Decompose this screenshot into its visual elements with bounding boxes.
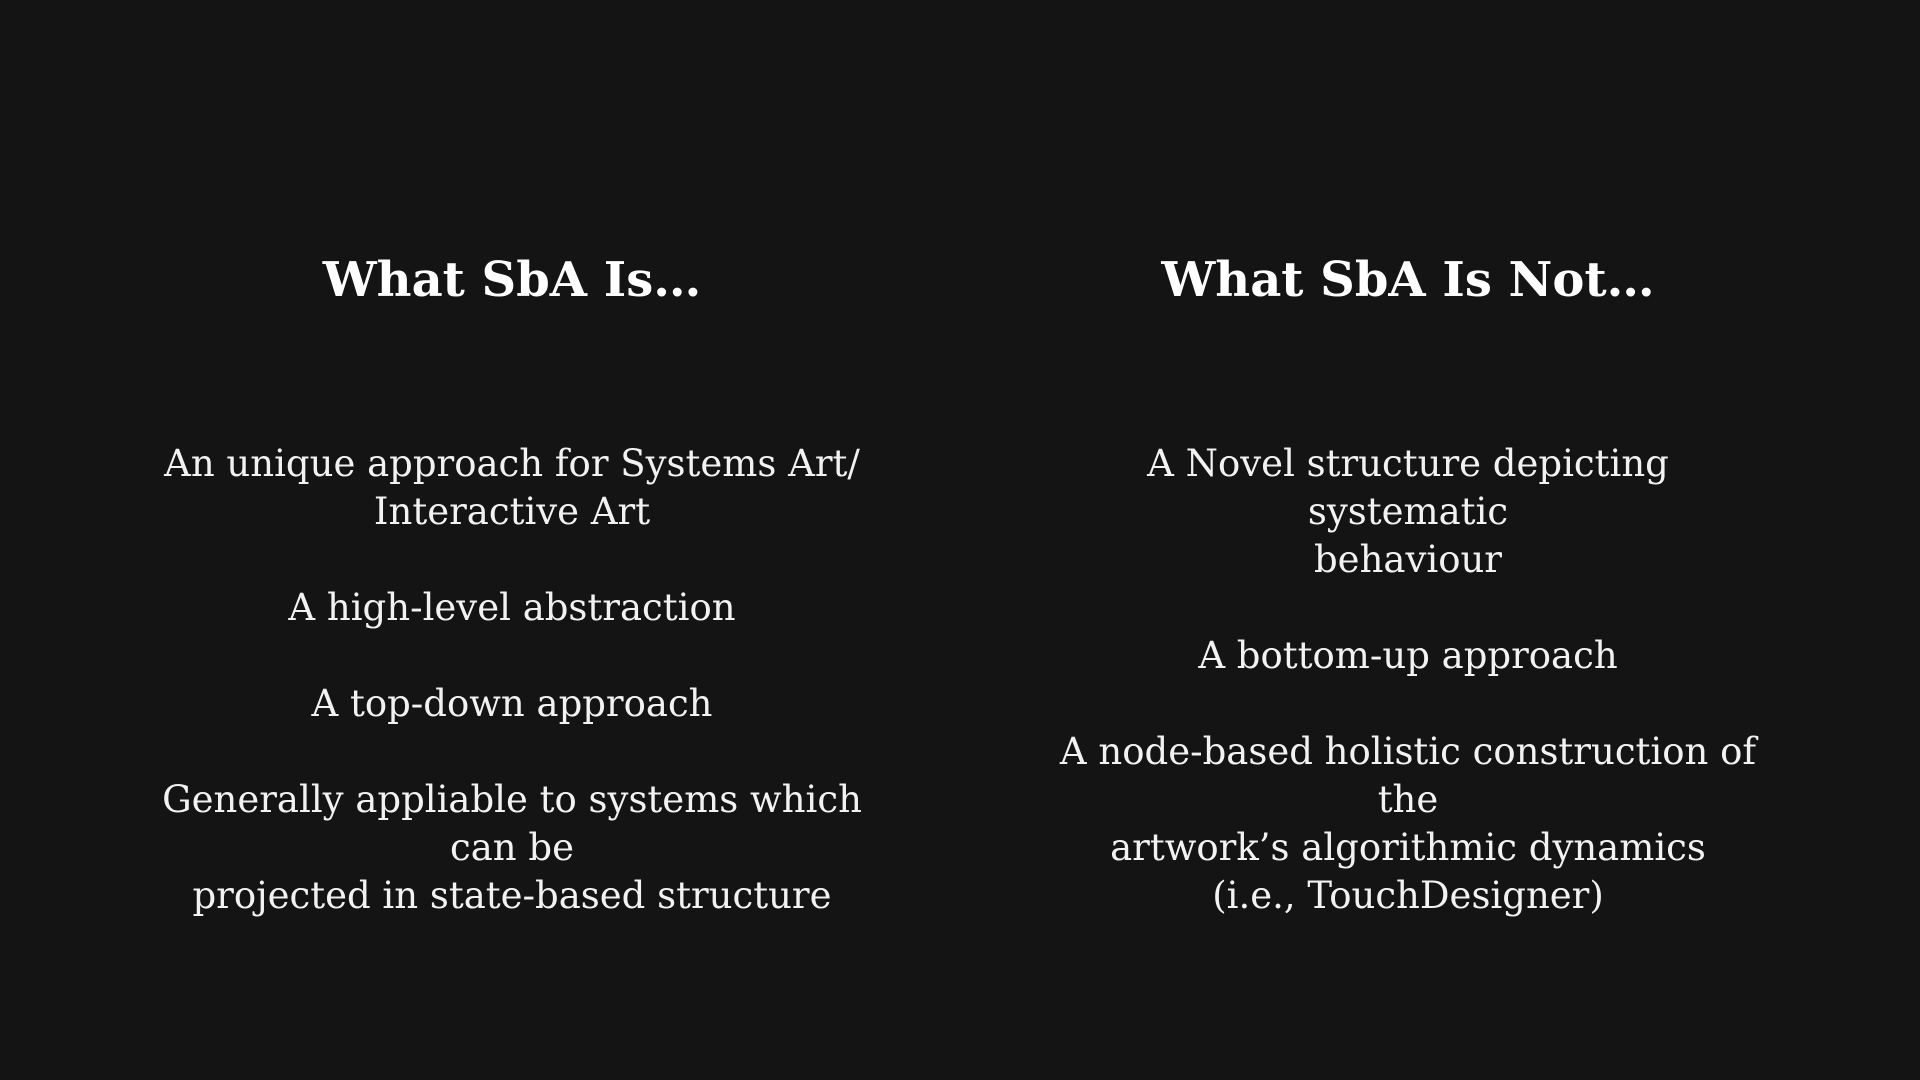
what-sba-is-not-column: What SbA Is Not… A Novel structure depic… [1048,250,1768,968]
what-sba-is-item: An unique approach for Systems Art/ Inte… [164,442,860,533]
what-sba-is-item: A top-down approach [311,682,713,725]
what-sba-is-not-list: A Novel structure depicting systematic b… [1048,440,1768,920]
what-sba-is-item: Generally appliable to systems which can… [162,778,862,917]
what-sba-is-not-item: A bottom-up approach [1198,634,1618,677]
what-sba-is-not-item: A Novel structure depicting systematic b… [1147,442,1669,581]
what-sba-is-item: A high-level abstraction [288,586,736,629]
what-sba-is-heading: What SbA Is… [322,252,702,308]
what-sba-is-column: What SbA Is… An unique approach for Syst… [152,250,872,968]
presentation-slide: What SbA Is… An unique approach for Syst… [0,0,1920,1080]
what-sba-is-not-heading: What SbA Is Not… [1161,252,1655,308]
what-sba-is-list: An unique approach for Systems Art/ Inte… [152,440,872,920]
what-sba-is-not-item: A node-based holistic construction of th… [1059,730,1757,917]
